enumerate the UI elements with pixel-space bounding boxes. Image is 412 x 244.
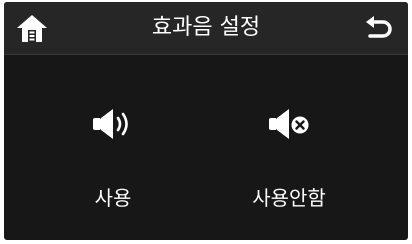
speaker-mute-icon [269, 109, 309, 139]
sound-on-label: 사용 [94, 186, 132, 210]
sound-off-label: 사용안함 [252, 186, 326, 210]
home-button[interactable] [16, 12, 48, 44]
page-title: 효과음 설정 [151, 15, 261, 40]
back-button[interactable] [364, 13, 394, 43]
header-bar: 효과음 설정 [4, 2, 408, 55]
sound-settings-screen: 효과음 설정 사용 사용안함 [4, 2, 408, 240]
back-arrow-icon [366, 16, 392, 38]
speaker-sound-on-icon [93, 109, 128, 139]
sound-off-option[interactable]: 사용안함 [214, 92, 364, 222]
sound-on-option[interactable]: 사용 [38, 92, 188, 222]
home-icon [17, 15, 47, 42]
